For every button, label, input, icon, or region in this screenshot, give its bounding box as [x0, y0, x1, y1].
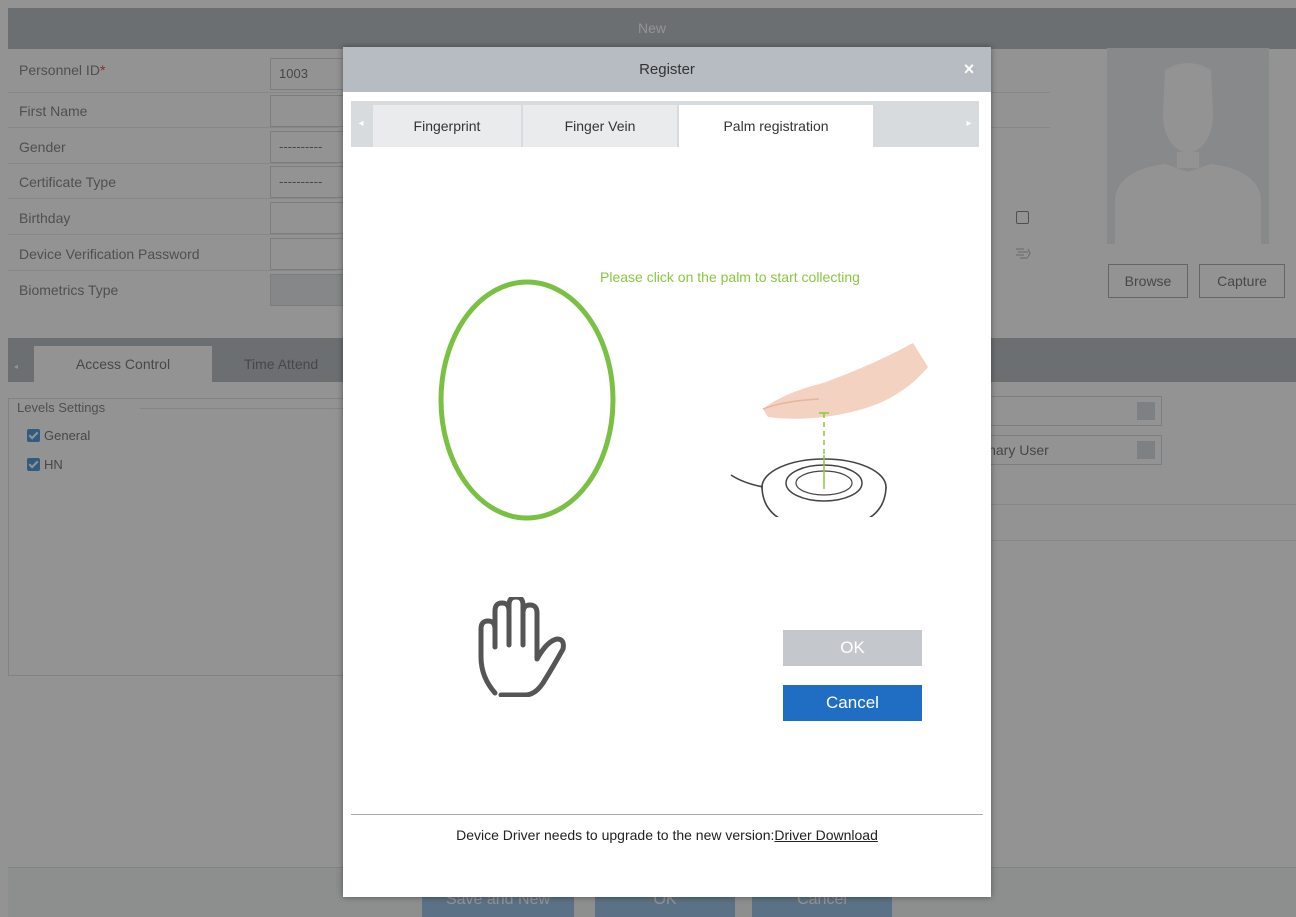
driver-download-link[interactable]: Driver Download [774, 827, 877, 843]
close-icon[interactable]: × [959, 47, 979, 92]
ok-button[interactable]: OK [783, 630, 922, 666]
tab-finger-vein[interactable]: Finger Vein [523, 105, 677, 147]
palm-capture-area[interactable] [434, 275, 620, 525]
tab-scroll-right-icon[interactable]: ▸ [959, 101, 979, 147]
dialog-divider [351, 814, 983, 815]
tab-palm-registration[interactable]: Palm registration [679, 105, 873, 147]
driver-notice: Device Driver needs to upgrade to the ne… [456, 827, 878, 843]
register-tabstrip: ◂ Fingerprint Finger Vein Palm registrat… [351, 101, 979, 147]
palm-icon [471, 594, 589, 698]
palm-device-illustration-icon [723, 337, 933, 530]
cancel-button[interactable]: Cancel [783, 685, 922, 721]
register-dialog: Register × ◂ Fingerprint Finger Vein Pal… [343, 47, 991, 897]
tab-scroll-left-icon[interactable]: ◂ [351, 101, 371, 147]
tab-fingerprint[interactable]: Fingerprint [373, 105, 521, 147]
dialog-title: Register [343, 47, 991, 92]
palm-prompt: Please click on the palm to start collec… [600, 269, 860, 285]
